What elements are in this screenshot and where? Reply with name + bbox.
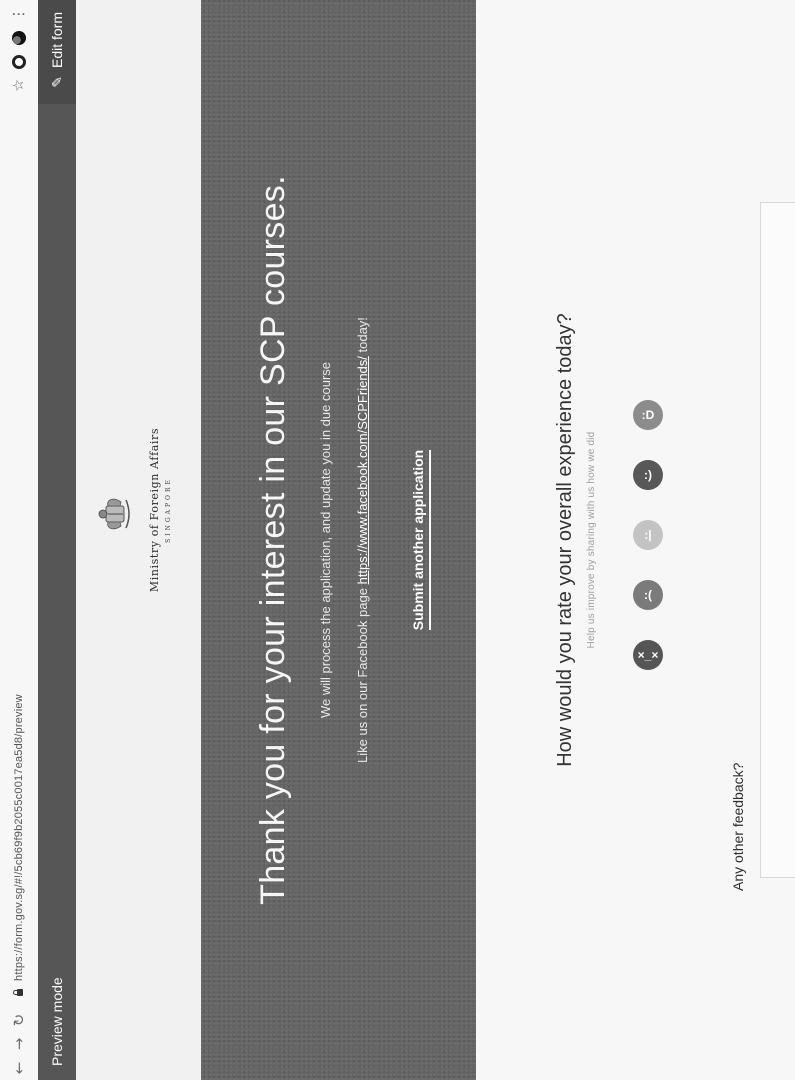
other-feedback-textarea[interactable]: [760, 202, 795, 878]
address-bar[interactable]: https://form.gov.sg/#!/5cb69f9b2055c0017…: [13, 694, 25, 996]
reload-icon[interactable]: ↻: [7, 1008, 31, 1032]
dissatisfied-face-icon[interactable]: :(: [633, 580, 663, 610]
ministry-name: Ministry of Foreign Affairs: [148, 427, 161, 593]
very-dissatisfied-face-icon[interactable]: ×_×: [633, 640, 663, 670]
satisfied-face-icon[interactable]: :): [633, 460, 663, 490]
browser-actions: ☆ ⋮: [11, 0, 27, 92]
facebook-link[interactable]: https://www.facebook.com/SCPFriends/: [355, 356, 370, 584]
url-text: https://form.gov.sg/#!/5cb69f9b2055c0017…: [13, 694, 25, 981]
rating-subtitle: Help us improve by sharing with us how w…: [586, 431, 597, 649]
menu-icon[interactable]: ⋮: [11, 8, 27, 21]
browser-toolbar: ← → ↻ https://form.gov.sg/#!/5cb69f9b205…: [0, 0, 39, 1080]
forward-icon[interactable]: →: [7, 1032, 31, 1056]
preview-bar: Preview mode ✎ Edit form: [38, 0, 76, 1080]
facebook-message: Like us on our Facebook page https://www…: [355, 0, 370, 1080]
logo-area: Ministry of Foreign Affairs SINGAPORE: [76, 0, 201, 1080]
extension-icon[interactable]: [12, 55, 26, 69]
ministry-country: SINGAPORE: [165, 477, 172, 543]
facebook-suffix: today!: [355, 317, 370, 357]
bookmark-star-icon[interactable]: ☆: [11, 79, 27, 92]
edit-form-label: Edit form: [49, 12, 65, 69]
very-satisfied-face-icon[interactable]: :D: [633, 400, 663, 430]
page: ← → ↻ https://form.gov.sg/#!/5cb69f9b205…: [0, 0, 795, 1080]
facebook-prefix: Like us on our Facebook page: [355, 584, 370, 763]
lock-icon: [17, 989, 23, 996]
pencil-icon: ✎: [48, 76, 65, 88]
thank-you-banner: Thank you for your interest in our SCP c…: [201, 0, 476, 1080]
preview-mode-label: Preview mode: [49, 977, 65, 1066]
rating-faces: ×_× :( :| :) :D: [633, 400, 667, 670]
edit-form-button[interactable]: ✎ Edit form: [38, 0, 76, 104]
submit-another-button[interactable]: Submit another application: [410, 449, 431, 631]
submit-another-container: Submit another application: [410, 0, 431, 1080]
profile-icon[interactable]: [12, 31, 26, 45]
crest-logo: [98, 498, 130, 530]
rating-question: How would you rate your overall experien…: [554, 313, 576, 767]
process-message: We will process the application, and upd…: [318, 361, 333, 719]
back-icon[interactable]: ←: [7, 1056, 31, 1080]
feedback-section: How would you rate your overall experien…: [476, 0, 795, 1080]
thank-you-title: Thank you for your interest in our SCP c…: [254, 175, 292, 905]
other-feedback-label: Any other feedback?: [730, 762, 746, 891]
neutral-face-icon[interactable]: :|: [633, 520, 663, 550]
